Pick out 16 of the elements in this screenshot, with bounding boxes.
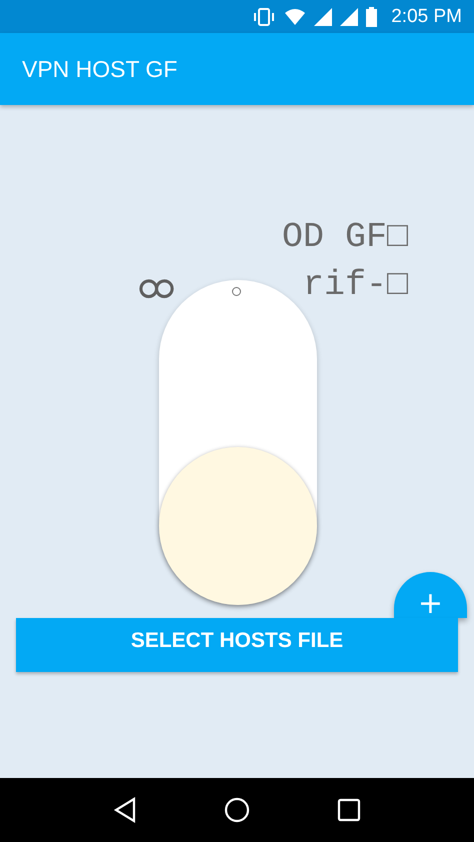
sample-text: OD GF□ — [282, 216, 408, 259]
home-icon[interactable] — [224, 797, 250, 823]
sample-text: rif-□ — [302, 264, 408, 307]
wifi-icon — [284, 8, 306, 26]
signal-icon — [314, 8, 332, 26]
recents-icon[interactable] — [336, 798, 361, 822]
select-hosts-button[interactable]: SELECT HOSTS FILE — [16, 618, 458, 672]
ring-icon — [232, 287, 241, 296]
add-button[interactable]: + — [394, 572, 467, 618]
sample-glyph: ထ — [138, 263, 175, 308]
battery-icon — [366, 6, 378, 26]
back-icon[interactable] — [113, 797, 138, 823]
vibrate-icon — [252, 8, 276, 26]
app-title: VPN HOST GF — [22, 56, 178, 82]
signal-icon — [340, 8, 358, 26]
clock-time: 2:05 PM — [391, 6, 462, 28]
